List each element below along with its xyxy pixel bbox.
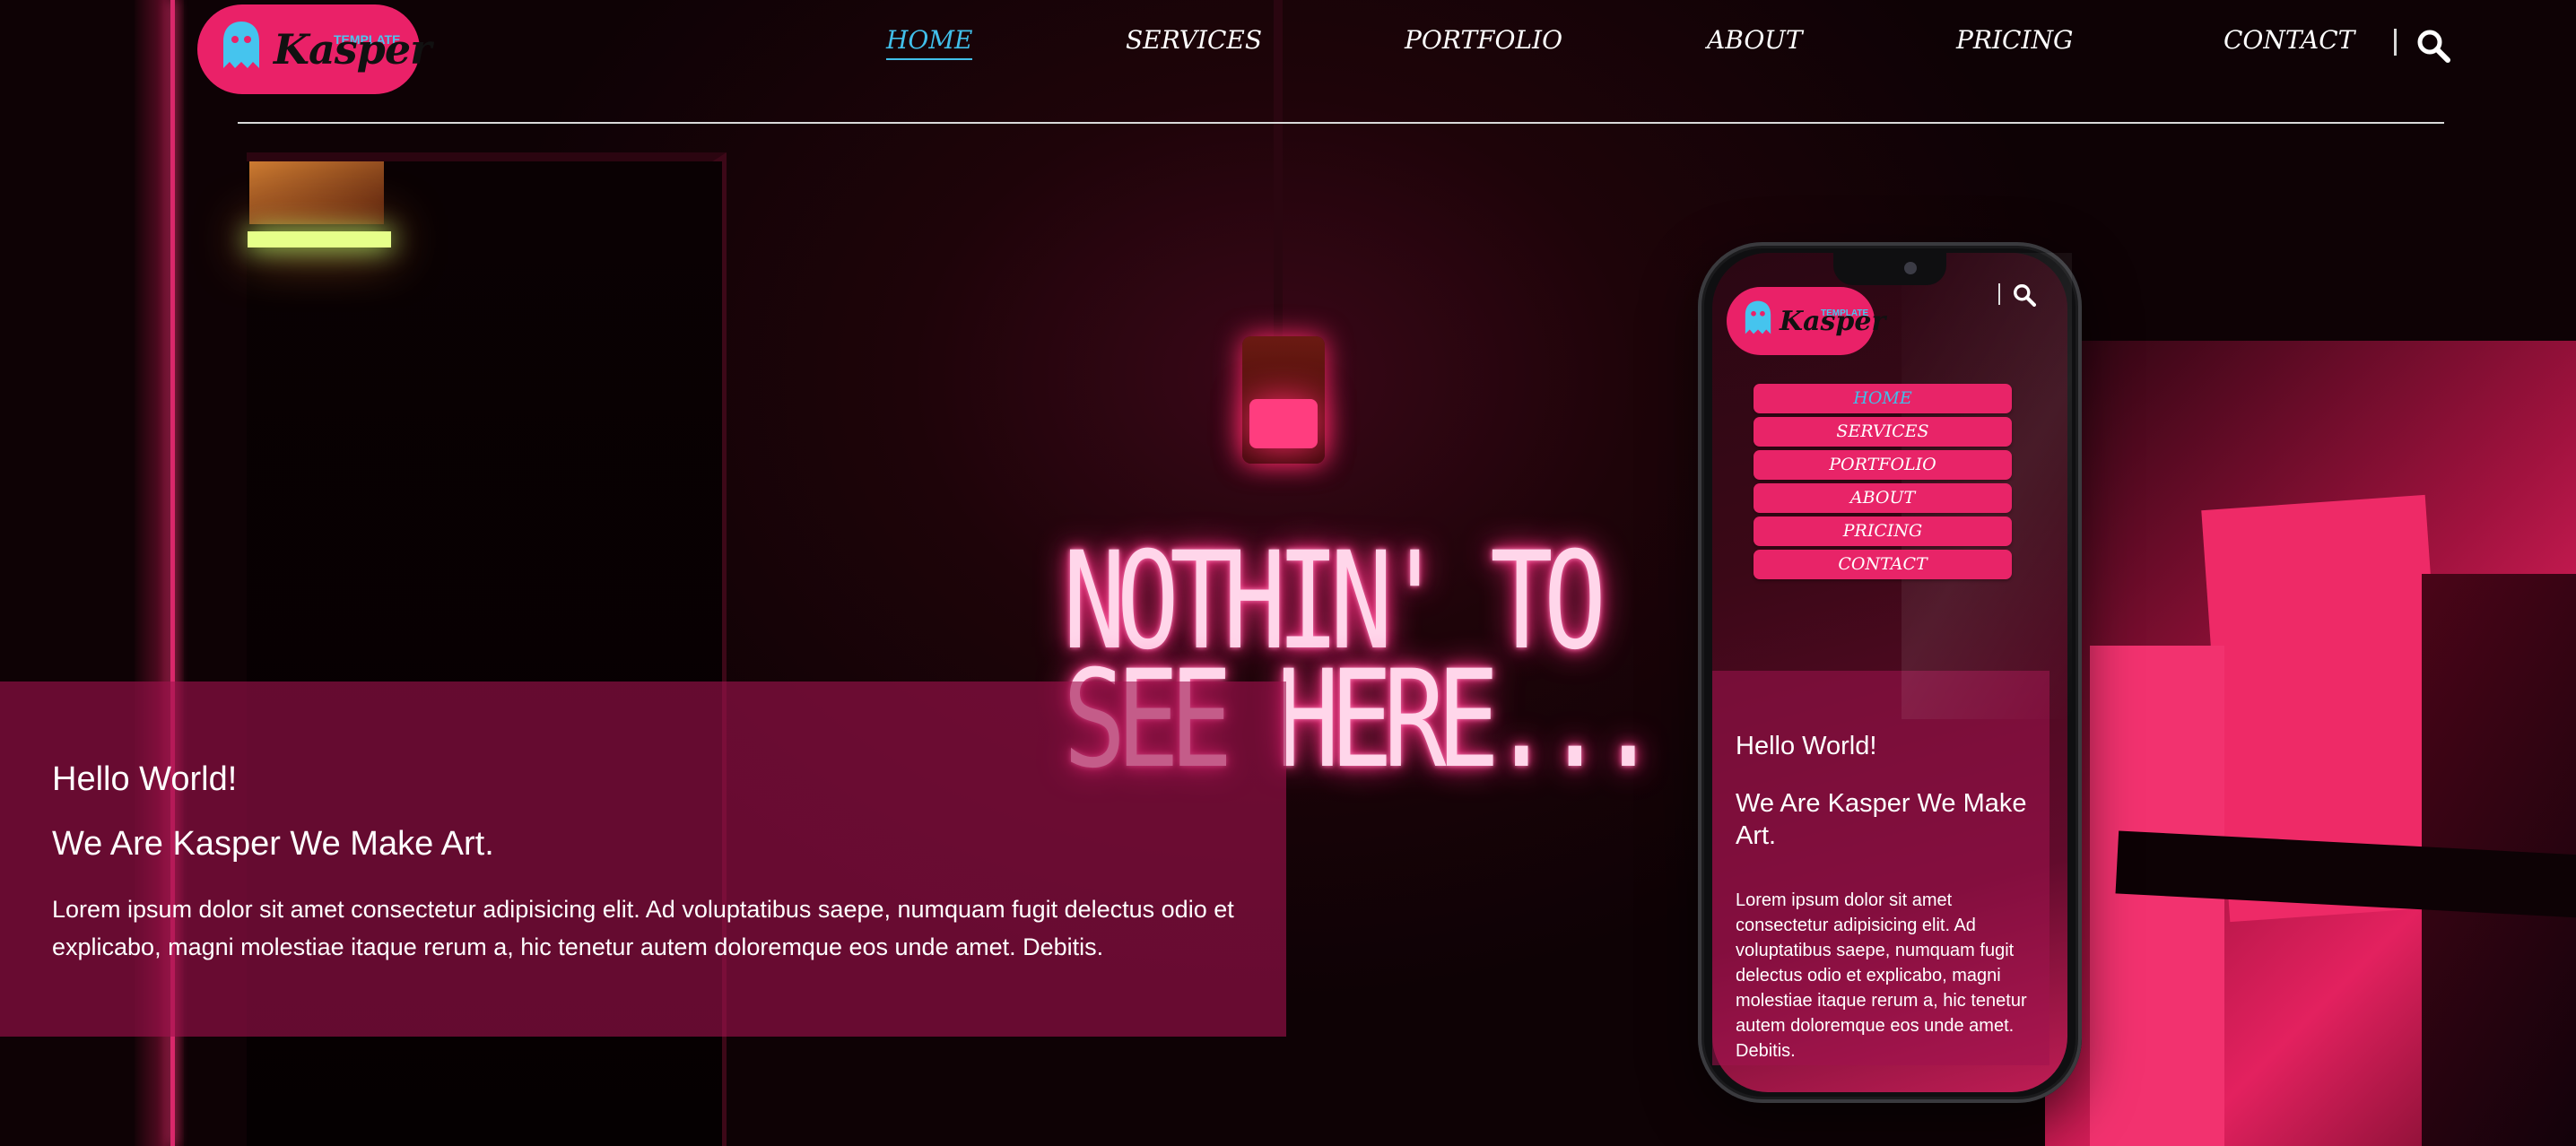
intro-paragraph: Lorem ipsum dolor sit amet consectetur a…	[52, 896, 1234, 960]
phone-logo-text: Kasper	[1780, 306, 1886, 337]
nav-pricing[interactable]: PRICING	[1956, 25, 2073, 55]
door-light	[248, 231, 391, 247]
phone-menu-services[interactable]: SERVICES	[1754, 417, 2012, 447]
phone-menu-pricing[interactable]: PRICING	[1754, 517, 2012, 546]
nav-home[interactable]: HOME	[886, 25, 973, 60]
phone-menu: HOME SERVICES PORTFOLIO ABOUT PRICING CO…	[1754, 384, 2012, 583]
search-icon[interactable]	[2416, 29, 2450, 63]
phone-notch	[1833, 253, 1946, 285]
phone-nav-divider	[1998, 283, 2000, 305]
phone-intro-subheading-cont: Art.	[1736, 821, 1777, 850]
phone-menu-portfolio[interactable]: PORTFOLIO	[1754, 450, 2012, 480]
phone-intro-paragraph: Lorem ipsum dolor sit amet consectetur a…	[1736, 890, 2027, 1061]
search-icon[interactable]	[2013, 283, 2036, 307]
phone-intro-heading: Hello World!	[1736, 732, 1877, 760]
intro-subheading: We Are Kasper We Make Art.	[52, 825, 494, 863]
alarm-light	[1249, 399, 1318, 448]
nav-services[interactable]: SERVICES	[1126, 25, 1262, 55]
phone-intro-subheading: We Are Kasper We Make	[1736, 789, 2027, 818]
main-nav: HOME SERVICES PORTFOLIO ABOUT PRICING CO…	[0, 25, 2576, 70]
nav-contact[interactable]: CONTACT	[2224, 25, 2354, 55]
ghost-icon	[1745, 300, 1771, 334]
nav-divider	[2394, 29, 2397, 56]
camera-icon	[1904, 262, 1917, 274]
intro-heading: Hello World!	[52, 760, 238, 798]
header-divider	[238, 122, 2444, 124]
phone-menu-about[interactable]: ABOUT	[1754, 483, 2012, 513]
door-glow	[249, 161, 384, 224]
phone-menu-contact[interactable]: CONTACT	[1754, 550, 2012, 579]
nav-about[interactable]: ABOUT	[1707, 25, 1803, 55]
phone-menu-home[interactable]: HOME	[1754, 384, 2012, 413]
nav-portfolio[interactable]: PORTFOLIO	[1405, 25, 1562, 55]
